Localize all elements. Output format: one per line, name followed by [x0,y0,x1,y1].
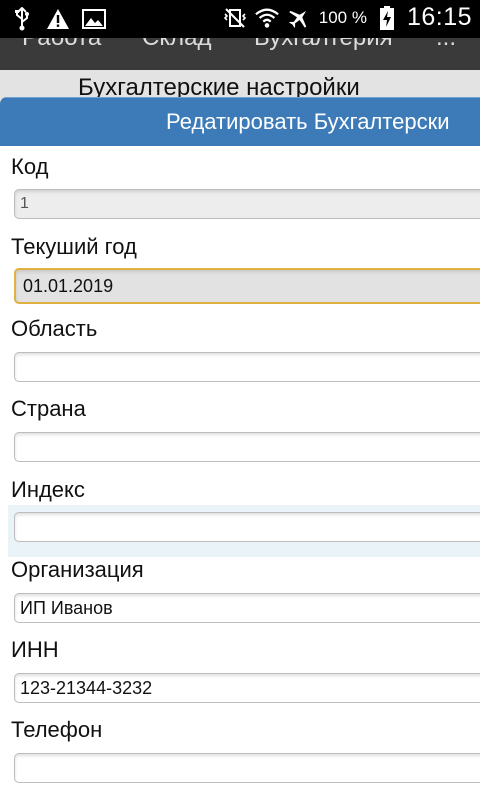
image-icon [82,6,106,32]
battery-percent: 100 % [318,7,367,27]
wifi-icon [254,5,279,31]
field-label-region: Область [11,316,98,341]
field-label-organization: Организация [11,557,144,582]
phone-field[interactable] [14,753,480,783]
region-field[interactable] [14,352,480,382]
field-label-kod: Код [11,154,49,179]
kod-field: 1 [14,189,480,219]
edit-dialog: Редатировать Бухгалтерски Код 1 Текуший … [0,97,480,807]
clock: 16:15 [406,3,472,31]
status-bar: 100 % 16:15 [0,0,480,38]
tab-more[interactable]: ... [436,38,456,52]
app-tab-bar: Работа Склад Бухгалтерия ... [0,38,480,70]
country-field[interactable] [14,432,480,462]
dialog-header: Редатировать Бухгалтерски [0,97,480,146]
field-label-postal-index: Индекс [11,477,85,502]
airplane-mode-icon [287,5,311,31]
current-year-field[interactable]: 01.01.2019 [14,268,480,304]
organization-field[interactable]: ИП Иванов [14,593,480,623]
postal-index-field[interactable] [14,512,480,542]
tab-buhgalteria[interactable]: Бухгалтерия [254,38,393,52]
warning-icon [46,6,70,32]
tab-sklad[interactable]: Склад [142,38,211,52]
field-label-inn: ИНН [11,637,59,662]
vibrate-icon [223,5,247,31]
field-label-country: Страна [11,396,86,421]
inn-field[interactable]: 123-21344-3232 [14,673,480,703]
usb-icon [10,6,34,32]
battery-charging-icon [375,5,399,31]
field-label-current-year: Текуший год [11,234,137,259]
tab-rabota[interactable]: Работа [22,38,101,52]
field-label-phone: Телефон [11,717,103,742]
dialog-title: Редатировать Бухгалтерски [166,109,450,134]
